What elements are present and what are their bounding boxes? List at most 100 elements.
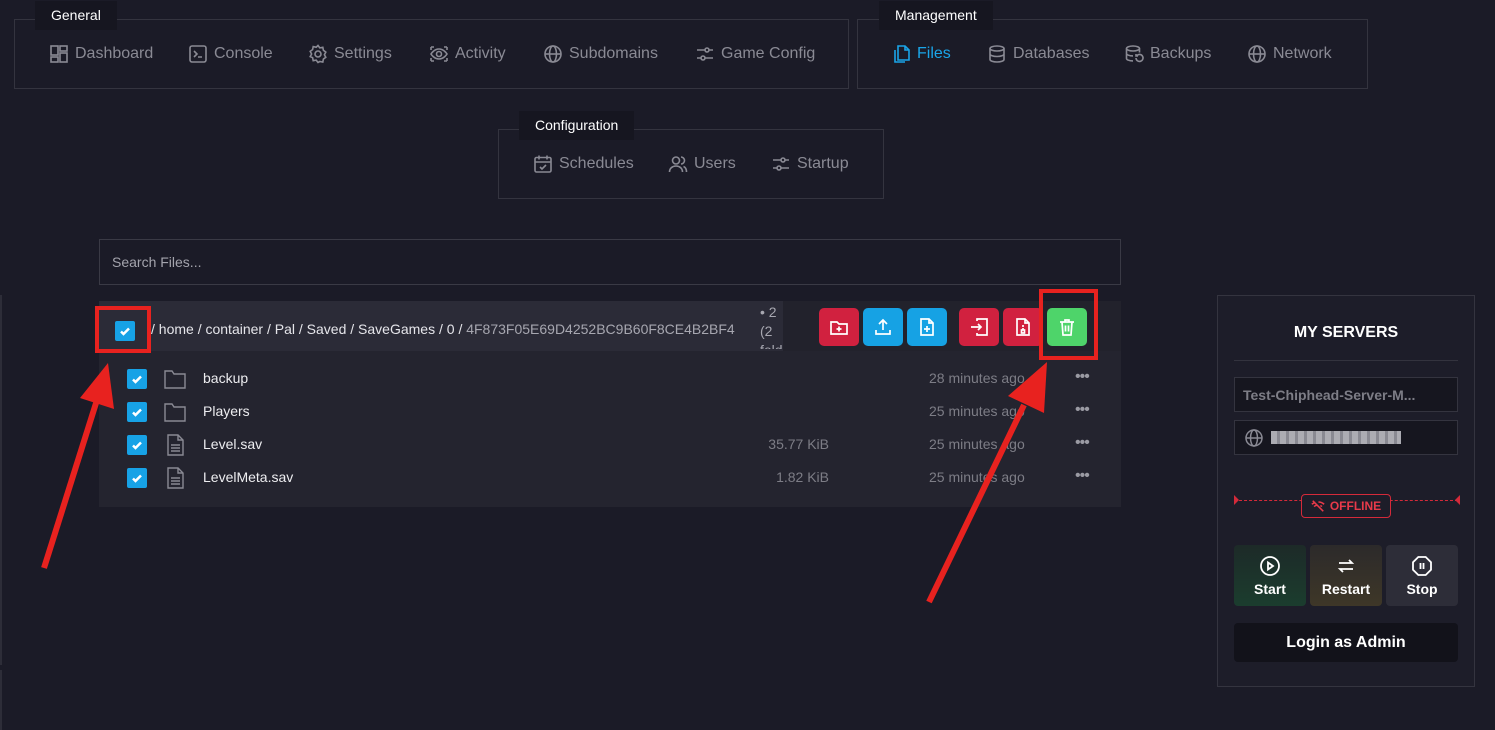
row-more-icon[interactable]: •••	[1075, 467, 1090, 485]
row-more-icon[interactable]: •••	[1075, 434, 1090, 452]
my-servers-panel: MY SERVERS Test-Chiphead-Server-M... OFF…	[1217, 295, 1475, 687]
row-checkbox[interactable]	[127, 369, 147, 389]
file-icon	[163, 434, 187, 456]
file-name[interactable]: backup	[203, 370, 248, 386]
nav-item-game-config[interactable]: Game Config	[695, 44, 815, 64]
row-more-icon[interactable]: •••	[1075, 401, 1090, 419]
nav-item-label: Network	[1273, 45, 1332, 62]
dashboard-icon	[50, 45, 68, 63]
divider	[1234, 360, 1458, 361]
archive-icon	[1016, 318, 1030, 336]
file-row[interactable]: backup 28 minutes ago •••	[99, 362, 1121, 395]
eye-icon	[430, 46, 448, 62]
nav-item-label: Console	[214, 45, 273, 62]
folder-icon	[163, 368, 187, 390]
highlight-box-delete	[1039, 289, 1098, 360]
row-checkbox[interactable]	[127, 435, 147, 455]
breadcrumb-current: 4F873F05E69D4252BC9B60F8CE4B2BF4	[466, 321, 735, 337]
file-modified: 25 minutes ago	[929, 403, 1025, 419]
selection-count-line: fold	[760, 341, 782, 349]
breadcrumb-separator: /	[151, 321, 155, 337]
nav-item-settings[interactable]: Settings	[308, 44, 392, 64]
row-checkbox[interactable]	[127, 402, 147, 422]
nav-item-label: Dashboard	[75, 45, 154, 62]
upload-icon	[875, 318, 891, 335]
server-address-field[interactable]	[1234, 420, 1458, 455]
file-row[interactable]: Players 25 minutes ago •••	[99, 395, 1121, 428]
breadcrumb-item-pal[interactable]: Pal	[275, 321, 295, 337]
nav-item-label: Files	[917, 45, 951, 62]
start-label: Start	[1254, 580, 1286, 597]
restart-label: Restart	[1321, 580, 1371, 597]
file-name[interactable]: LevelMeta.sav	[203, 469, 293, 485]
move-icon	[971, 318, 988, 336]
row-more-icon[interactable]: •••	[1075, 368, 1090, 386]
file-icon	[163, 467, 187, 489]
file-row[interactable]: LevelMeta.sav 1.82 KiB 25 minutes ago ••…	[99, 461, 1121, 494]
status-text: OFFLINE	[1329, 499, 1382, 513]
breadcrumb-separator: /	[438, 321, 443, 337]
new-file-button[interactable]	[907, 308, 947, 346]
users-icon	[668, 156, 688, 173]
file-name[interactable]: Level.sav	[203, 436, 262, 452]
server-name-field[interactable]: Test-Chiphead-Server-M...	[1234, 377, 1458, 412]
nav-item-databases[interactable]: Databases	[987, 44, 1090, 64]
nav-item-backups[interactable]: Backups	[1124, 44, 1211, 64]
search-files-input[interactable]	[99, 239, 1121, 285]
sliders-icon	[773, 157, 789, 171]
status-badge: OFFLINE	[1301, 494, 1391, 518]
redacted-address	[1271, 431, 1401, 444]
nav-group-general: General Dashboard Console Settings Activ…	[14, 1, 849, 89]
nav-item-dashboard[interactable]: Dashboard	[49, 44, 153, 64]
file-name[interactable]: Players	[203, 403, 250, 419]
nav-item-activity[interactable]: Activity	[429, 44, 506, 64]
checkmark-icon	[132, 474, 142, 483]
file-panel-header: / home / container / Pal / Saved / SaveG…	[99, 301, 1121, 351]
selection-count: • 2 (2 fold	[760, 303, 782, 349]
restart-button[interactable]: Restart	[1310, 545, 1382, 606]
move-button[interactable]	[959, 308, 999, 346]
login-as-admin-button[interactable]: Login as Admin	[1234, 623, 1458, 662]
breadcrumb: / home / container / Pal / Saved / SaveG…	[151, 321, 735, 337]
stop-button[interactable]: Stop	[1386, 545, 1458, 606]
nav-item-schedules[interactable]: Schedules	[533, 154, 634, 174]
breadcrumb-item-saved[interactable]: Saved	[307, 321, 347, 337]
nav-item-network[interactable]: Network	[1247, 44, 1332, 64]
nav-item-console[interactable]: Console	[188, 44, 273, 64]
breadcrumb-separator: /	[298, 321, 303, 337]
start-button[interactable]: Start	[1234, 545, 1306, 606]
archive-button[interactable]	[1003, 308, 1043, 346]
nav-item-label: Startup	[797, 155, 849, 172]
my-servers-title: MY SERVERS	[1293, 324, 1399, 341]
row-checkbox[interactable]	[127, 468, 147, 488]
folder-icon	[163, 401, 187, 423]
checkmark-icon	[132, 408, 142, 417]
file-row[interactable]: Level.sav 35.77 KiB 25 minutes ago •••	[99, 428, 1121, 461]
nav-item-subdomains[interactable]: Subdomains	[543, 44, 658, 64]
nav-item-files[interactable]: Files	[891, 44, 951, 64]
selection-count-line: • 2	[760, 304, 777, 320]
console-icon	[189, 45, 207, 63]
selection-count-line: (2	[760, 323, 773, 339]
checkmark-icon	[132, 441, 142, 450]
upload-button[interactable]	[863, 308, 903, 346]
new-folder-button[interactable]	[819, 308, 859, 346]
restart-icon	[1337, 558, 1355, 573]
new-file-icon	[920, 318, 934, 336]
nav-item-label: Game Config	[721, 45, 816, 62]
breadcrumb-item-0[interactable]: 0	[447, 321, 455, 337]
nav-item-startup[interactable]: Startup	[771, 154, 849, 174]
breadcrumb-item-savegames[interactable]: SaveGames	[358, 321, 435, 337]
nav-item-label: Users	[694, 155, 736, 172]
nav-item-users[interactable]: Users	[668, 154, 736, 174]
checkmark-icon	[132, 375, 142, 384]
files-icon	[894, 45, 910, 63]
breadcrumb-separator: /	[350, 321, 355, 337]
highlight-box-select-all	[95, 306, 151, 353]
file-size: 1.82 KiB	[776, 469, 829, 485]
breadcrumb-item-home[interactable]: home	[159, 321, 194, 337]
file-size: 35.77 KiB	[768, 436, 829, 452]
breadcrumb-item-container[interactable]: container	[205, 321, 263, 337]
breadcrumb-separator: /	[197, 321, 202, 337]
nav-group-label: Management	[879, 1, 993, 30]
